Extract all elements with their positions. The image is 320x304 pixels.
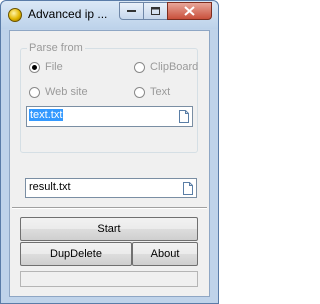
status-bar <box>20 271 198 287</box>
radio-website-label: Web site <box>45 86 88 98</box>
close-icon <box>184 6 195 16</box>
window-title: Advanced ip ... <box>28 7 108 21</box>
output-file-value: result.txt <box>29 181 71 193</box>
source-file-input[interactable]: text.txt <box>26 106 193 127</box>
radio-file-circle <box>29 61 40 73</box>
radio-text-label: Text <box>150 86 171 98</box>
separator <box>12 207 207 209</box>
start-button[interactable]: Start <box>20 217 198 241</box>
parse-from-legend: Parse from <box>27 42 85 54</box>
radio-clipboard-circle <box>134 61 145 73</box>
radio-text[interactable]: Text <box>134 86 170 98</box>
app-icon <box>8 8 22 22</box>
parse-from-group: Parse from File ClipBoard Web site Text … <box>20 42 198 153</box>
radio-clipboard[interactable]: ClipBoard <box>134 61 198 73</box>
maximize-icon <box>151 7 160 15</box>
radio-website-circle <box>29 86 40 98</box>
radio-text-circle <box>134 86 145 98</box>
maximize-button[interactable] <box>143 2 168 20</box>
document-icon[interactable] <box>179 110 189 123</box>
radio-file[interactable]: File <box>29 61 63 73</box>
radio-website[interactable]: Web site <box>29 86 88 98</box>
minimize-icon <box>127 10 136 12</box>
minimize-button[interactable] <box>119 2 144 20</box>
about-button[interactable]: About <box>132 242 198 266</box>
app-window: Advanced ip ... Parse from File ClipBoar… <box>0 0 219 304</box>
radio-file-label: File <box>45 61 63 73</box>
radio-clipboard-label: ClipBoard <box>150 61 199 73</box>
output-file-input[interactable]: result.txt <box>25 178 197 198</box>
document-icon[interactable] <box>183 182 193 195</box>
title-bar[interactable]: Advanced ip ... <box>1 1 218 29</box>
source-file-value: text.txt <box>29 109 64 121</box>
dupdelete-button[interactable]: DupDelete <box>20 242 132 266</box>
close-button[interactable] <box>167 2 212 20</box>
client-area: Parse from File ClipBoard Web site Text … <box>9 30 210 297</box>
